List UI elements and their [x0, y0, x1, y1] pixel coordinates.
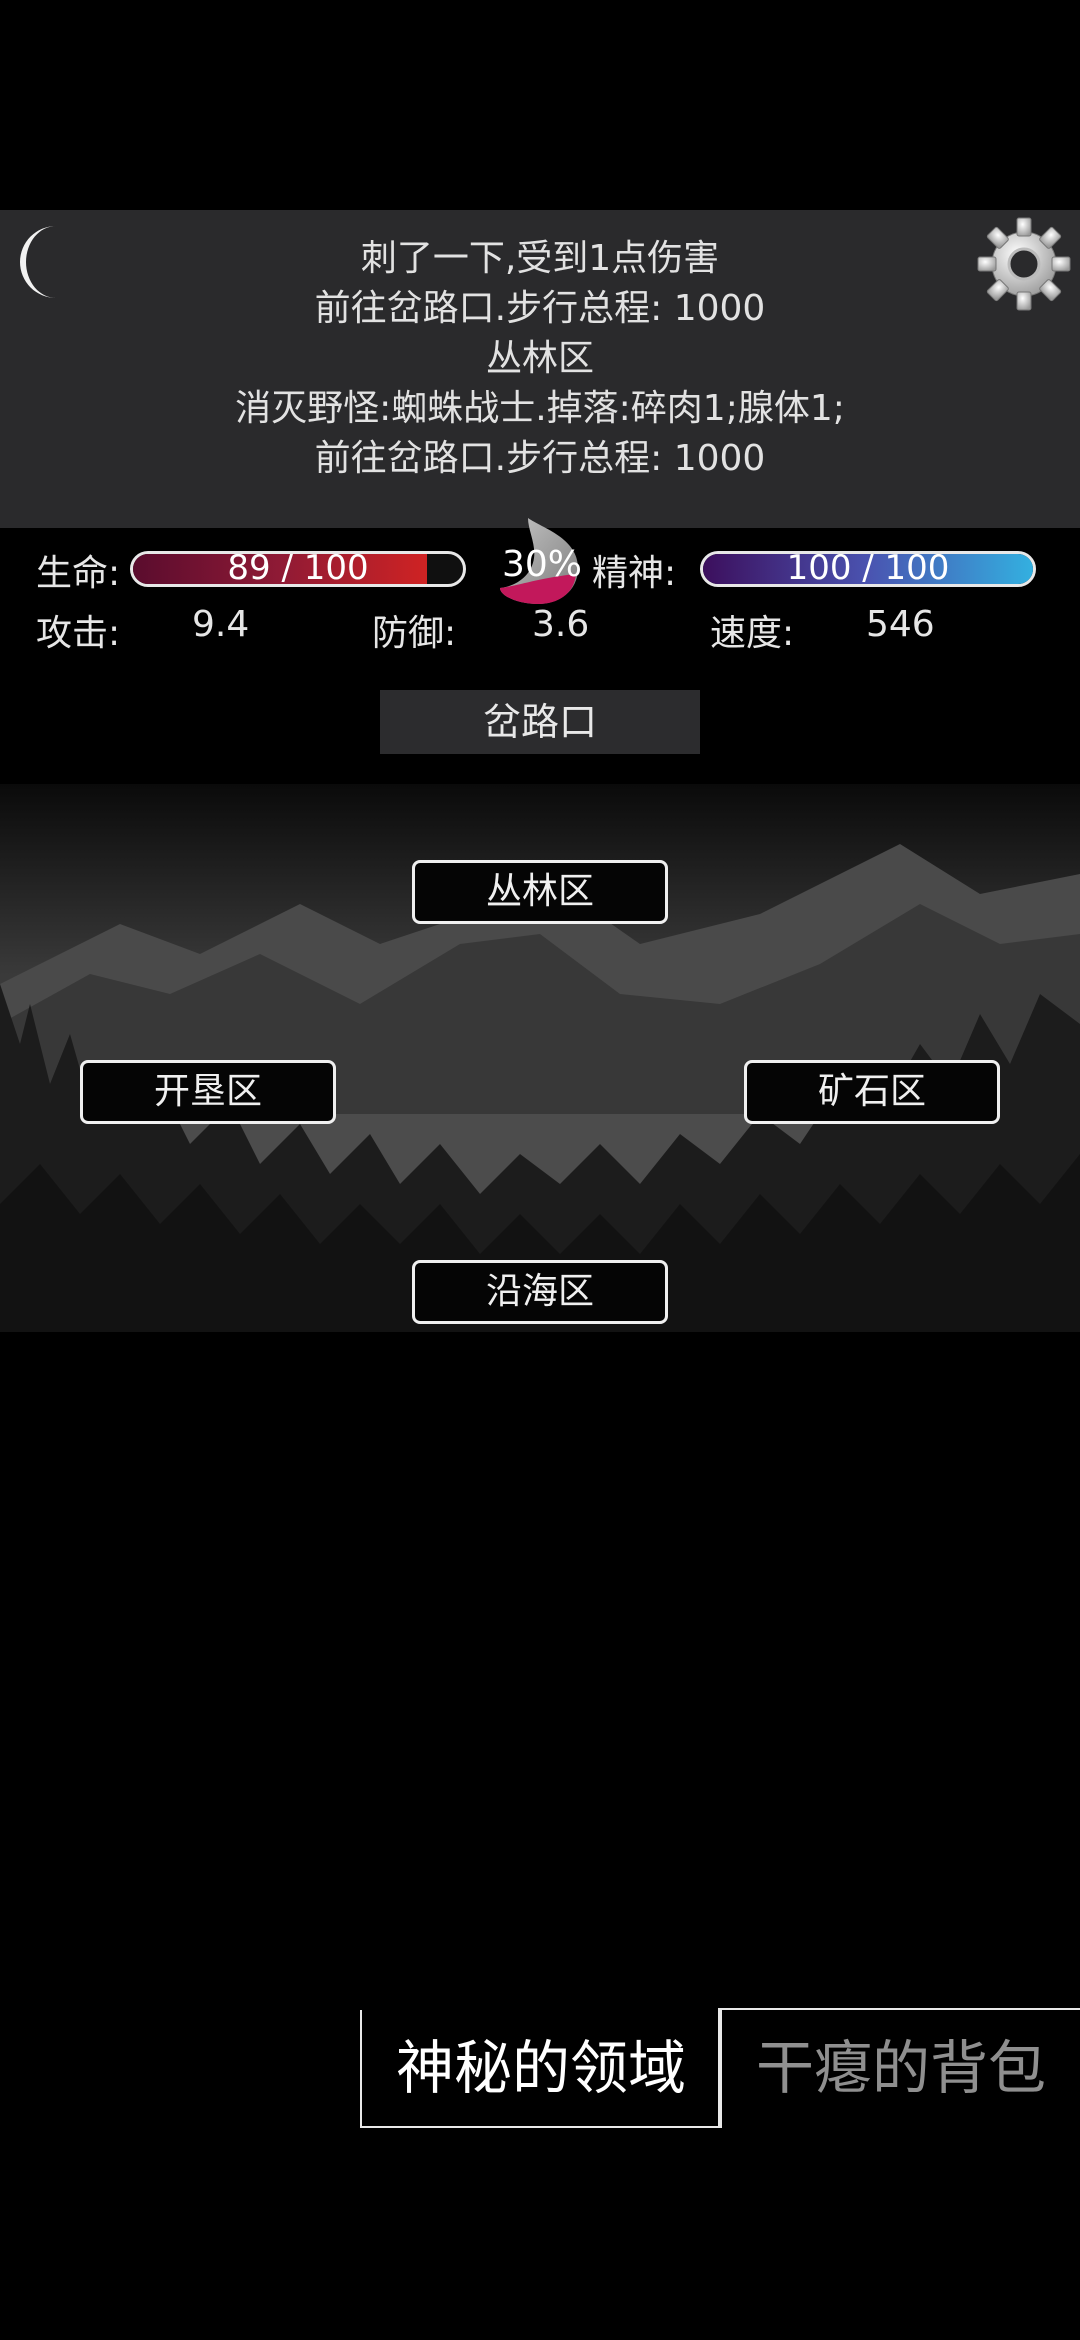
log-line: 丛林区 — [485, 338, 594, 379]
zone-east-button[interactable]: 矿石区 — [744, 1060, 1000, 1124]
speed-label: 速度: — [710, 613, 795, 654]
tab-mysterious-realm[interactable]: 神秘的领域 — [360, 2010, 722, 2128]
log-lines: 刺了一下,受到1点伤害 前往岔路口.步行总程: 1000 丛林区 消灭野怪:蜘蛛… — [0, 234, 1080, 484]
zone-west-button[interactable]: 开垦区 — [80, 1060, 336, 1124]
gear-icon[interactable] — [974, 214, 1074, 314]
current-location: 岔路口 — [380, 690, 700, 754]
hp-label: 生命: — [36, 553, 121, 594]
log-panel: 刺了一下,受到1点伤害 前往岔路口.步行总程: 1000 丛林区 消灭野怪:蜘蛛… — [0, 210, 1080, 528]
spirit-value: 100 / 100 — [786, 551, 950, 587]
log-line: 消灭野怪:蜘蛛战士.掉落:碎肉1;腺体1; — [235, 388, 845, 429]
defense-label: 防御: — [372, 613, 457, 654]
spirit-bar: 100 / 100 — [700, 551, 1036, 587]
zone-north-button[interactable]: 丛林区 — [412, 860, 668, 924]
moon-icon[interactable] — [8, 222, 68, 302]
tab-backpack[interactable]: 干瘪的背包 — [718, 2008, 1080, 2126]
spirit-label: 精神: — [592, 553, 677, 594]
hp-value: 89 / 100 — [227, 551, 369, 587]
map-area: 丛林区 开垦区 矿石区 沿海区 — [0, 784, 1080, 1332]
zone-south-button[interactable]: 沿海区 — [412, 1260, 668, 1324]
log-line: 前往岔路口.步行总程: 1000 — [314, 438, 766, 479]
hp-bar: 89 / 100 — [130, 551, 466, 587]
hunger-percent: 30% — [502, 544, 583, 585]
attack-label: 攻击: — [36, 613, 121, 654]
log-line: 刺了一下,受到1点伤害 — [360, 238, 720, 279]
log-line: 前往岔路口.步行总程: 1000 — [314, 288, 766, 329]
speed-value: 546 — [866, 604, 935, 645]
defense-value: 3.6 — [532, 604, 590, 645]
attack-value: 9.4 — [192, 604, 250, 645]
